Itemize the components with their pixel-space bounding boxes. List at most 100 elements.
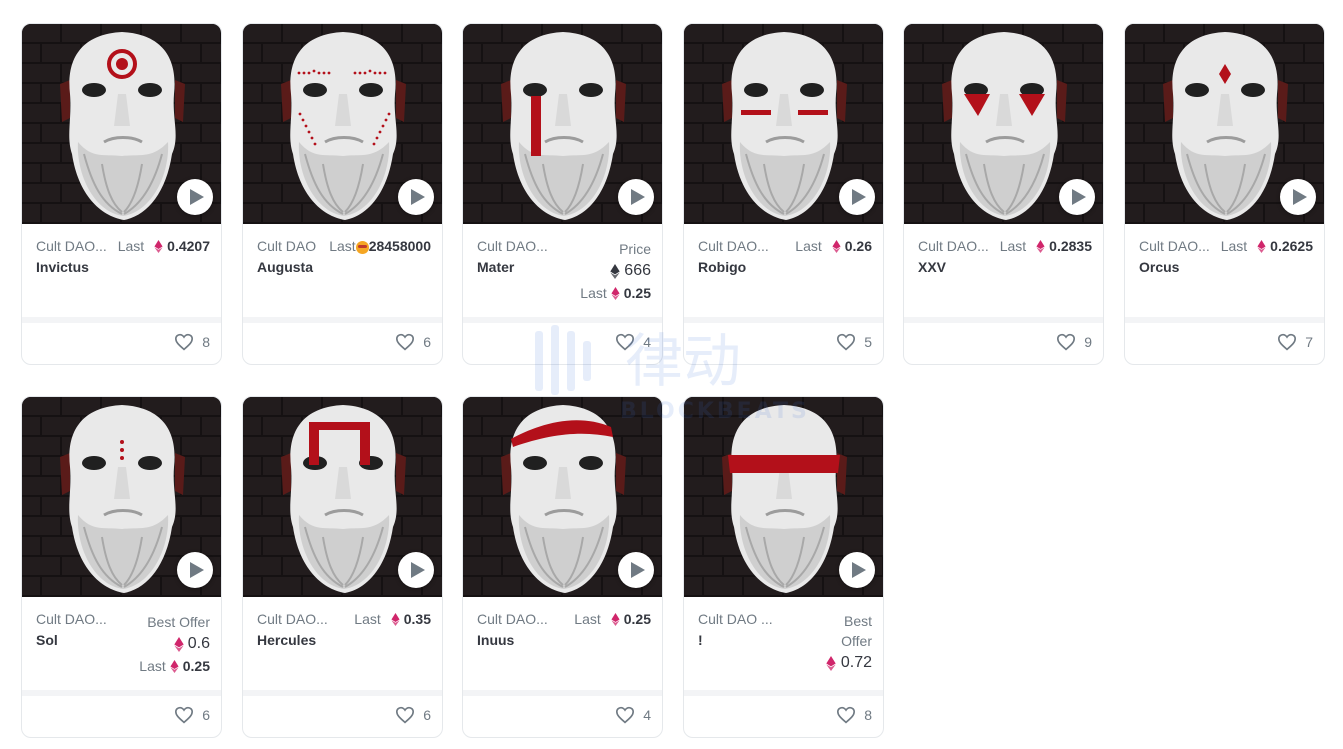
heart-icon[interactable] — [836, 706, 856, 724]
nft-name[interactable]: Orcus — [1139, 259, 1179, 275]
eth-icon — [154, 239, 163, 253]
play-button[interactable] — [398, 179, 434, 215]
like-count: 4 — [643, 707, 651, 723]
nft-name[interactable]: Hercules — [257, 632, 316, 648]
collection-name[interactable]: Cult DAO... — [1139, 238, 1215, 254]
heart-icon[interactable] — [174, 333, 194, 351]
nft-image[interactable] — [463, 24, 662, 224]
nft-card[interactable]: Cult DAO... Robigo Last 0.26 5 — [683, 23, 884, 365]
heart-icon[interactable] — [615, 333, 635, 351]
favorite-button[interactable]: 6 — [174, 706, 210, 724]
play-button[interactable] — [839, 552, 875, 588]
heart-icon[interactable] — [836, 333, 856, 351]
nft-name[interactable]: Augusta — [257, 259, 313, 275]
favorite-button[interactable]: 6 — [395, 333, 431, 351]
heart-icon[interactable] — [395, 333, 415, 351]
nft-card[interactable]: Cult DAO... Invictus Last 0.4207 8 — [21, 23, 222, 365]
nft-card[interactable]: Cult DAO... Hercules Last 0.35 6 — [242, 396, 443, 738]
play-button[interactable] — [177, 552, 213, 588]
collection-name[interactable]: Cult DAO... — [36, 238, 112, 254]
card-footer: 6 — [243, 317, 442, 364]
like-count: 6 — [202, 707, 210, 723]
nft-name[interactable]: ! — [698, 632, 703, 648]
eth-icon — [826, 655, 836, 671]
nft-card[interactable]: Cult DAO... Sol Best Offer 0.6 Last 0.25 6 — [21, 396, 222, 738]
collection-name[interactable]: Cult DAO — [257, 238, 333, 254]
like-count: 4 — [643, 334, 651, 350]
collection-name[interactable]: Cult DAO... — [918, 238, 994, 254]
nft-name[interactable]: Robigo — [698, 259, 746, 275]
heart-icon[interactable] — [1277, 333, 1297, 351]
play-button[interactable] — [839, 179, 875, 215]
nft-name[interactable]: Invictus — [36, 259, 89, 275]
favorite-button[interactable]: 4 — [615, 706, 651, 724]
play-button[interactable] — [177, 179, 213, 215]
last-label: Last — [139, 658, 166, 674]
like-count: 7 — [1305, 334, 1313, 350]
card-info: Cult DAO... Robigo Last 0.26 — [684, 224, 883, 319]
favorite-button[interactable]: 8 — [174, 333, 210, 351]
offer-box: Best Offer 0.6 Last 0.25 — [139, 611, 210, 677]
play-button[interactable] — [618, 552, 654, 588]
play-button[interactable] — [398, 552, 434, 588]
collection-name[interactable]: Cult DAO... — [257, 611, 333, 627]
card-info: Cult DAO... Hercules Last 0.35 — [243, 597, 442, 692]
last-value: 0.35 — [403, 611, 431, 627]
price-label: Price — [619, 241, 651, 257]
card-footer: 5 — [684, 317, 883, 364]
nft-image[interactable] — [22, 24, 221, 224]
collection-name[interactable]: Cult DAO... — [477, 611, 553, 627]
like-count: 6 — [423, 334, 431, 350]
eth-icon — [170, 659, 179, 673]
nft-image[interactable] — [243, 397, 442, 597]
favorite-button[interactable]: 9 — [1056, 333, 1092, 351]
nft-image[interactable] — [684, 397, 883, 597]
like-count: 8 — [864, 707, 872, 723]
heart-icon[interactable] — [174, 706, 194, 724]
heart-icon[interactable] — [1056, 333, 1076, 351]
favorite-button[interactable]: 5 — [836, 333, 872, 351]
collection-name[interactable]: Cult DAO... — [36, 611, 112, 627]
favorite-button[interactable]: 7 — [1277, 333, 1313, 351]
eth-icon — [174, 636, 184, 652]
favorite-button[interactable]: 6 — [395, 706, 431, 724]
play-button[interactable] — [1059, 179, 1095, 215]
nft-image[interactable] — [22, 397, 221, 597]
card-info: Cult DAO... Orcus Last 0.2625 — [1125, 224, 1324, 319]
offer-value: 0.72 — [840, 654, 872, 671]
nft-name[interactable]: Inuus — [477, 632, 514, 648]
collection-name[interactable]: Cult DAO ... — [698, 611, 774, 627]
card-info: Cult DAO... Sol Best Offer 0.6 Last 0.25 — [22, 597, 221, 692]
best-offer-label: Best Offer — [147, 614, 210, 630]
last-value: 0.2835 — [1049, 238, 1092, 254]
play-icon — [189, 562, 204, 578]
nft-name[interactable]: XXV — [918, 259, 946, 275]
play-button[interactable] — [618, 179, 654, 215]
nft-image[interactable] — [904, 24, 1103, 224]
nft-card[interactable]: Cult DAO Augusta Last 28458000 6 — [242, 23, 443, 365]
last-label: Last — [999, 238, 1027, 254]
nft-card[interactable]: Cult DAO... Mater Price 666 Last 0.25 4 — [462, 23, 663, 365]
favorite-button[interactable]: 4 — [615, 333, 651, 351]
play-button[interactable] — [1280, 179, 1316, 215]
nft-card[interactable]: Cult DAO... Inuus Last 0.25 4 — [462, 396, 663, 738]
last-label: Last — [580, 285, 607, 301]
heart-icon[interactable] — [395, 706, 415, 724]
last-value: 0.25 — [623, 611, 651, 627]
collection-name[interactable]: Cult DAO... — [698, 238, 774, 254]
play-icon — [410, 562, 425, 578]
nft-name[interactable]: Mater — [477, 259, 514, 275]
heart-icon[interactable] — [615, 706, 635, 724]
nft-card[interactable]: Cult DAO... XXV Last 0.2835 9 — [903, 23, 1104, 365]
offer-value: 0.6 — [187, 635, 210, 652]
nft-image[interactable] — [684, 24, 883, 224]
nft-name[interactable]: Sol — [36, 632, 58, 648]
nft-image[interactable] — [1125, 24, 1324, 224]
nft-image[interactable] — [463, 397, 662, 597]
favorite-button[interactable]: 8 — [836, 706, 872, 724]
collection-name[interactable]: Cult DAO... — [477, 238, 553, 254]
nft-card[interactable]: Cult DAO ...! Best Offer 0.72 8 — [683, 396, 884, 738]
nft-card[interactable]: Cult DAO... Orcus Last 0.2625 7 — [1124, 23, 1325, 365]
card-footer: 4 — [463, 317, 662, 364]
nft-image[interactable] — [243, 24, 442, 224]
